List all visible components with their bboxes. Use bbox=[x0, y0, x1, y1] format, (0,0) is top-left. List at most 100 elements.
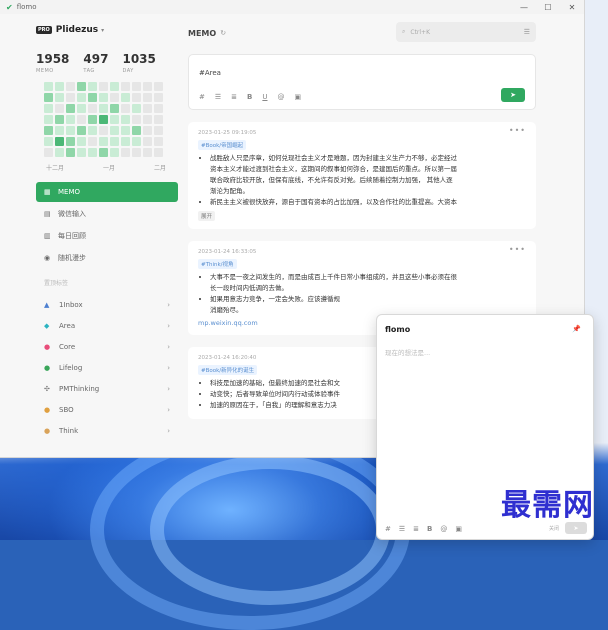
heatmap-cell[interactable] bbox=[132, 82, 141, 91]
heatmap-cell[interactable] bbox=[66, 126, 75, 135]
chevron-right-icon[interactable]: › bbox=[167, 385, 170, 393]
chevron-right-icon[interactable]: › bbox=[167, 322, 170, 330]
heatmap-cell[interactable] bbox=[110, 104, 119, 113]
heatmap-cell[interactable] bbox=[55, 148, 64, 157]
heatmap-cell[interactable] bbox=[99, 115, 108, 124]
heatmap-cell[interactable] bbox=[154, 115, 163, 124]
heatmap-cell[interactable] bbox=[154, 82, 163, 91]
memo-tag[interactable]: #Book/帝国崛起 bbox=[198, 140, 247, 150]
pin-icon[interactable]: 📌 bbox=[572, 325, 581, 333]
heatmap-cell[interactable] bbox=[77, 82, 86, 91]
heatmap-cell[interactable] bbox=[110, 137, 119, 146]
tag-item-2[interactable]: ● Core › bbox=[36, 336, 178, 357]
heatmap-cell[interactable] bbox=[154, 93, 163, 102]
heatmap-cell[interactable] bbox=[110, 93, 119, 102]
heatmap-cell[interactable] bbox=[110, 148, 119, 157]
at-icon[interactable]: @ bbox=[278, 93, 285, 101]
heatmap-cell[interactable] bbox=[143, 126, 152, 135]
heatmap-cell[interactable] bbox=[143, 82, 152, 91]
heatmap-cell[interactable] bbox=[44, 137, 53, 146]
heatmap-cell[interactable] bbox=[55, 82, 64, 91]
heatmap-cell[interactable] bbox=[44, 126, 53, 135]
heatmap-cell[interactable] bbox=[77, 126, 86, 135]
heatmap-cell[interactable] bbox=[77, 115, 86, 124]
memo-tag[interactable]: #Book/新异化的诞生 bbox=[198, 365, 258, 375]
nav-item-3[interactable]: ◉ 随机漫步 bbox=[36, 248, 178, 268]
image-icon[interactable]: ▣ bbox=[295, 93, 302, 101]
heatmap-cell[interactable] bbox=[77, 93, 86, 102]
heatmap-cell[interactable] bbox=[110, 115, 119, 124]
heatmap-cell[interactable] bbox=[88, 93, 97, 102]
popup-input[interactable]: 现在的想法是... bbox=[385, 347, 430, 357]
heatmap-cell[interactable] bbox=[88, 115, 97, 124]
heatmap-cell[interactable] bbox=[99, 104, 108, 113]
send-button[interactable]: ➤ bbox=[501, 88, 525, 102]
heatmap-cell[interactable] bbox=[77, 137, 86, 146]
chevron-right-icon[interactable]: › bbox=[167, 364, 170, 372]
heatmap-cell[interactable] bbox=[66, 93, 75, 102]
heatmap-cell[interactable] bbox=[99, 137, 108, 146]
memo-tag[interactable]: #Think/视角 bbox=[198, 259, 237, 269]
heatmap-cell[interactable] bbox=[121, 115, 130, 124]
tag-item-1[interactable]: ◆ Area › bbox=[36, 315, 178, 336]
chevron-right-icon[interactable]: › bbox=[167, 301, 170, 309]
heatmap-cell[interactable] bbox=[99, 93, 108, 102]
numbered-list-icon[interactable]: ≣ bbox=[231, 93, 237, 101]
refresh-icon[interactable]: ↻ bbox=[220, 29, 226, 37]
heatmap-cell[interactable] bbox=[44, 104, 53, 113]
heatmap-cell[interactable] bbox=[132, 115, 141, 124]
close-icon[interactable]: ✕ bbox=[560, 0, 584, 14]
heatmap-cell[interactable] bbox=[154, 104, 163, 113]
nav-item-2[interactable]: ▥ 每日回顾 bbox=[36, 226, 178, 246]
heatmap-cell[interactable] bbox=[154, 126, 163, 135]
heatmap-cell[interactable] bbox=[66, 115, 75, 124]
user-menu[interactable]: PRO Plidezus ▾ bbox=[36, 22, 178, 38]
heatmap-cell[interactable] bbox=[110, 82, 119, 91]
hashtag-icon[interactable]: # bbox=[199, 93, 205, 101]
popup-close-label[interactable]: 关闭 bbox=[549, 525, 559, 532]
chevron-right-icon[interactable]: › bbox=[167, 406, 170, 414]
chevron-right-icon[interactable]: › bbox=[167, 343, 170, 351]
chevron-right-icon[interactable]: › bbox=[167, 427, 170, 435]
heatmap-cell[interactable] bbox=[121, 104, 130, 113]
hashtag-icon[interactable]: # bbox=[385, 525, 391, 533]
bullet-list-icon[interactable]: ☰ bbox=[215, 93, 221, 101]
numbered-list-icon[interactable]: ≣ bbox=[413, 525, 419, 533]
heatmap-cell[interactable] bbox=[121, 93, 130, 102]
tag-item-6[interactable]: ● Think › bbox=[36, 420, 178, 441]
heatmap-cell[interactable] bbox=[88, 82, 97, 91]
bold-icon[interactable]: B bbox=[247, 93, 252, 101]
tag-item-0[interactable]: ▲ 1Inbox › bbox=[36, 294, 178, 315]
heatmap-cell[interactable] bbox=[77, 148, 86, 157]
heatmap-cell[interactable] bbox=[99, 82, 108, 91]
heatmap-cell[interactable] bbox=[55, 115, 64, 124]
heatmap-cell[interactable] bbox=[121, 82, 130, 91]
heatmap-cell[interactable] bbox=[77, 104, 86, 113]
heatmap-cell[interactable] bbox=[121, 126, 130, 135]
heatmap-cell[interactable] bbox=[88, 104, 97, 113]
tag-item-4[interactable]: ✣ PMThinking › bbox=[36, 378, 178, 399]
heatmap-cell[interactable] bbox=[143, 148, 152, 157]
heatmap-cell[interactable] bbox=[132, 137, 141, 146]
heatmap-cell[interactable] bbox=[132, 93, 141, 102]
heatmap-cell[interactable] bbox=[55, 93, 64, 102]
expand-button[interactable]: 展开 bbox=[198, 211, 216, 221]
heatmap-cell[interactable] bbox=[154, 137, 163, 146]
heatmap-cell[interactable] bbox=[143, 93, 152, 102]
heatmap-cell[interactable] bbox=[132, 104, 141, 113]
heatmap-cell[interactable] bbox=[44, 82, 53, 91]
heatmap-cell[interactable] bbox=[143, 104, 152, 113]
heatmap-cell[interactable] bbox=[132, 148, 141, 157]
memo-editor[interactable]: #Area # ☰ ≣ B U @ ▣ ➤ bbox=[188, 54, 536, 110]
heatmap-cell[interactable] bbox=[99, 126, 108, 135]
heatmap-cell[interactable] bbox=[121, 148, 130, 157]
filter-icon[interactable]: ☰ bbox=[524, 28, 530, 36]
heatmap-cell[interactable] bbox=[55, 126, 64, 135]
tag-item-5[interactable]: ● SBO › bbox=[36, 399, 178, 420]
heatmap-cell[interactable] bbox=[66, 104, 75, 113]
heatmap-cell[interactable] bbox=[55, 137, 64, 146]
at-icon[interactable]: @ bbox=[440, 525, 447, 533]
search-input[interactable]: ⌕ Ctrl+K ☰ bbox=[396, 22, 536, 42]
nav-item-1[interactable]: ▤ 微信输入 bbox=[36, 204, 178, 224]
heatmap-cell[interactable] bbox=[121, 137, 130, 146]
